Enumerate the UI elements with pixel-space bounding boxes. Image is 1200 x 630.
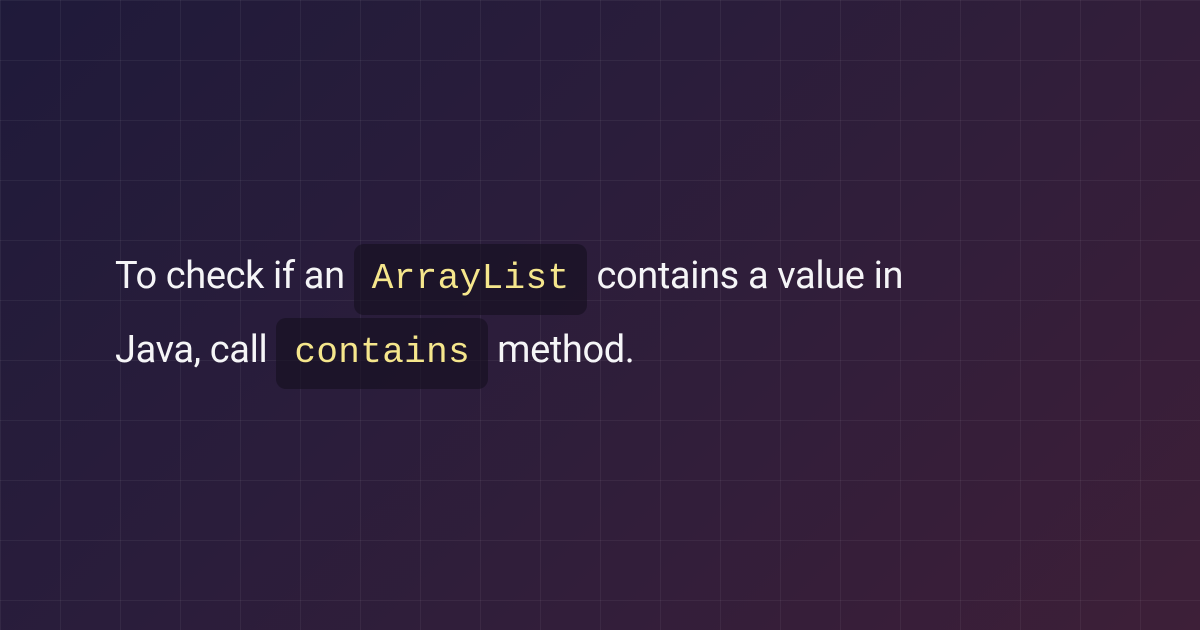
document-card: To check if an ArrayList contains a valu…	[0, 0, 1200, 630]
code-arraylist: ArrayList	[354, 244, 588, 315]
content-container: To check if an ArrayList contains a valu…	[0, 241, 1100, 388]
description-text: To check if an ArrayList contains a valu…	[115, 241, 985, 388]
code-contains: contains	[276, 318, 488, 389]
text-segment-1: To check if an	[115, 254, 354, 298]
text-segment-3: method.	[488, 328, 634, 372]
